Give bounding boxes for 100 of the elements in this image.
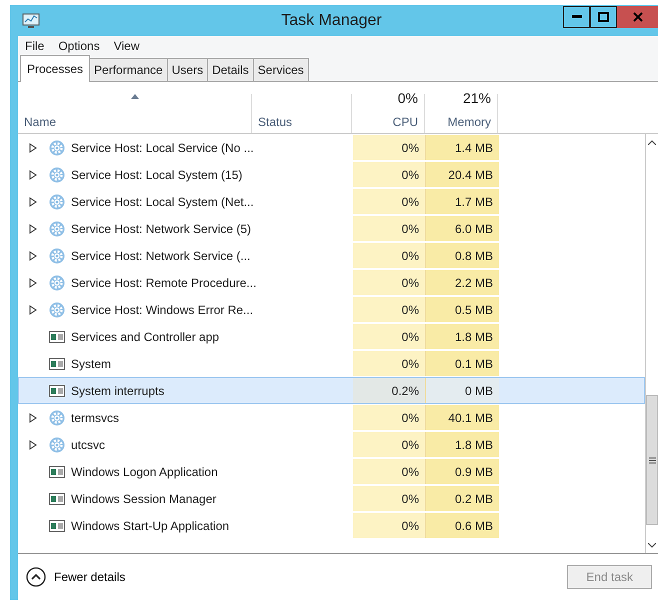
- expand-triangle-icon[interactable]: [29, 278, 37, 288]
- cpu-cell: 0%: [353, 216, 426, 241]
- cpu-cell: 0%: [353, 270, 426, 295]
- table-row[interactable]: Service Host: Network Service (... 0% 0.8 MB: [18, 242, 645, 269]
- memory-cell: 0 MB: [426, 378, 499, 403]
- table-row[interactable]: Windows Logon Application 0% 0.9 MB: [18, 458, 645, 485]
- cpu-cell: 0%: [353, 297, 426, 322]
- expand-triangle-icon[interactable]: [29, 304, 37, 314]
- table-row[interactable]: System interrupts 0.2% 0 MB: [18, 377, 645, 404]
- tab[interactable]: Details: [207, 58, 254, 81]
- tab[interactable]: Services: [252, 58, 309, 81]
- memory-cell: 0.9 MB: [426, 459, 499, 484]
- table-row[interactable]: Service Host: Remote Procedure... 0% 2.2 MB: [18, 269, 645, 296]
- cpu-cell: 0%: [353, 324, 426, 349]
- column-header[interactable]: Name: [24, 113, 245, 131]
- cpu-cell: 0%: [353, 405, 426, 430]
- process-name: utcsvc: [71, 436, 106, 454]
- menu-item[interactable]: Options: [58, 37, 100, 55]
- memory-cell: 1.8 MB: [426, 432, 499, 457]
- cpu-cell: 0%: [353, 189, 426, 214]
- memory-cell: 1.7 MB: [426, 189, 499, 214]
- process-name: termsvcs: [71, 410, 119, 426]
- gear-icon: [49, 220, 65, 236]
- table-row[interactable]: utcsvc 0% 1.8 MB: [18, 431, 645, 458]
- cpu-cell: 0%: [353, 162, 426, 187]
- process-name: Service Host: Windows Error Re...: [71, 302, 254, 318]
- table-row[interactable]: Service Host: Local System (Net... 0% 1.7 MB: [18, 188, 645, 215]
- column-total: 21%: [462, 89, 491, 108]
- process-name: Service Host: Local Service (No ...: [71, 140, 254, 156]
- cpu-cell: 0%: [353, 243, 426, 268]
- process-name: System: [71, 356, 112, 372]
- close-icon: [632, 12, 642, 22]
- expand-triangle-icon[interactable]: [29, 440, 37, 450]
- sort-ascending-icon: [130, 94, 138, 100]
- table-row[interactable]: Service Host: Local Service (No ... 0% 1.4 MB: [18, 134, 645, 161]
- expand-triangle-icon[interactable]: [29, 250, 37, 260]
- expand-triangle-icon[interactable]: [29, 196, 37, 206]
- process-name: Windows Session Manager: [71, 490, 216, 508]
- close-button[interactable]: [617, 6, 658, 28]
- scroll-up-icon[interactable]: [648, 140, 656, 144]
- memory-cell: 40.1 MB: [426, 405, 499, 430]
- scrollbar[interactable]: [645, 134, 658, 553]
- cpu-cell: 0%: [353, 135, 426, 160]
- gear-icon: [49, 140, 65, 156]
- gear-icon: [49, 410, 65, 426]
- memory-cell: 20.4 MB: [426, 162, 499, 187]
- cpu-cell: 0.2%: [353, 378, 426, 403]
- process-name: Windows Logon Application: [71, 464, 218, 480]
- table-row[interactable]: termsvcs 0% 40.1 MB: [18, 404, 645, 431]
- memory-cell: 2.2 MB: [426, 270, 499, 295]
- table-row[interactable]: Services and Controller app 0% 1.8 MB: [18, 323, 645, 350]
- column-header[interactable]: Status: [258, 113, 345, 131]
- tab[interactable]: Performance: [89, 58, 168, 81]
- gear-icon: [49, 302, 65, 318]
- monitor-icon: [22, 12, 40, 28]
- memory-cell: 1.4 MB: [426, 135, 499, 160]
- column-header[interactable]: Memory: [431, 113, 491, 131]
- app-window-icon: [49, 328, 65, 344]
- table-row[interactable]: Service Host: Local System (15) 0% 20.4 MB: [18, 161, 645, 188]
- process-name: Service Host: Remote Procedure...: [71, 274, 256, 292]
- app-window-icon: [49, 518, 65, 534]
- expand-triangle-icon[interactable]: [29, 412, 37, 422]
- window-title: Task Manager: [280, 10, 383, 30]
- scroll-down-icon[interactable]: [648, 542, 656, 548]
- memory-cell: 0.2 MB: [426, 486, 499, 511]
- gear-icon: [49, 274, 65, 290]
- menu-item[interactable]: File: [25, 37, 44, 55]
- app-window-icon: [49, 382, 65, 398]
- grip-icon: [648, 456, 656, 464]
- table-row[interactable]: Windows Start-Up Application 0% 0.6 MB: [18, 512, 645, 539]
- table-row[interactable]: Windows Session Manager 0% 0.2 MB: [18, 485, 645, 512]
- memory-cell: 1.8 MB: [426, 324, 499, 349]
- expand-triangle-icon[interactable]: [29, 142, 37, 152]
- process-name: Services and Controller app: [71, 328, 220, 346]
- process-name: System interrupts: [71, 382, 164, 400]
- column-total: 0%: [396, 89, 418, 108]
- memory-cell: 0.5 MB: [426, 297, 499, 322]
- column-header[interactable]: CPU: [358, 113, 418, 131]
- table-row[interactable]: Service Host: Network Service (5) 0% 6.0 MB: [18, 215, 645, 242]
- app-window-icon: [49, 464, 65, 480]
- menu-item[interactable]: View: [114, 37, 140, 55]
- process-name: Service Host: Local System (15): [71, 166, 242, 184]
- process-name: Service Host: Network Service (5): [71, 220, 252, 238]
- process-name: Windows Start-Up Application: [71, 518, 230, 534]
- table-row[interactable]: System 0% 0.1 MB: [18, 350, 645, 377]
- fewer-details-button[interactable]: Fewer details: [26, 567, 126, 587]
- cpu-cell: 0%: [353, 459, 426, 484]
- table-row[interactable]: Service Host: Windows Error Re... 0% 0.5 MB: [18, 296, 645, 323]
- tab[interactable]: Users: [166, 58, 208, 81]
- memory-cell: 0.1 MB: [426, 351, 499, 376]
- process-name: Service Host: Local System (Net...: [71, 194, 254, 210]
- gear-icon: [49, 166, 65, 182]
- minimize-button[interactable]: [563, 6, 590, 28]
- memory-cell: 6.0 MB: [426, 216, 499, 241]
- expand-triangle-icon[interactable]: [29, 224, 37, 234]
- maximize-button[interactable]: [590, 6, 617, 28]
- expand-triangle-icon[interactable]: [29, 170, 37, 180]
- app-window-icon: [49, 490, 65, 506]
- minimize-icon: [572, 14, 582, 18]
- tab[interactable]: Processes: [20, 55, 90, 82]
